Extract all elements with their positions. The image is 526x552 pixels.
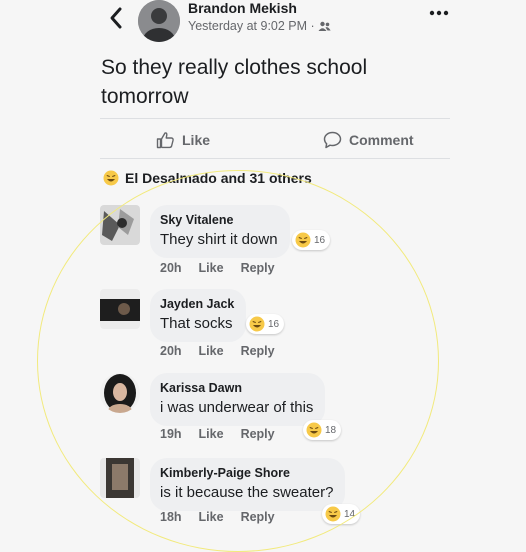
comment-reply-button[interactable]: Reply [241,261,275,275]
commenter-name[interactable]: Kimberly-Paige Shore [160,465,333,481]
haha-reaction-icon [325,506,341,522]
author-name[interactable]: Brandon Mekish [188,0,297,16]
comment-bubble-icon [323,131,342,149]
comment-like-button[interactable]: Like [199,427,224,441]
friends-audience-icon [318,21,331,31]
comment-actions: 19h Like Reply [160,427,275,441]
comment-text: That socks [160,315,233,332]
comment-reply-button[interactable]: Reply [241,427,275,441]
comment-reply-button[interactable]: Reply [241,510,275,524]
commenter-name[interactable]: Karissa Dawn [160,380,313,396]
haha-reaction-icon [249,316,265,332]
comment-actions: 18h Like Reply [160,510,275,524]
reaction-count: 18 [325,424,337,436]
comment-reaction-badge[interactable]: 14 [322,504,361,524]
comment-time: 18h [160,510,182,524]
commenter-name[interactable]: Jayden Jack [160,296,234,312]
comment-label: Comment [349,132,414,148]
commenter-name[interactable]: Sky Vitalene [160,212,278,228]
commenter-avatar[interactable] [100,373,140,413]
haha-reaction-icon [295,232,311,248]
comment-text: i was underwear of this [160,399,314,416]
like-label: Like [182,132,211,148]
divider [100,118,450,119]
comment-bubble: Karissa Dawn i was underwear of this [150,373,326,426]
comment-reply-button[interactable]: Reply [241,344,275,358]
reaction-count: 14 [344,508,356,520]
post-view: Brandon Mekish Yesterday at 9:02 PM · So… [0,0,526,552]
reaction-count: 16 [268,318,280,330]
reactions-summary-text: El Desalmado and 31 others [125,170,312,186]
author-avatar[interactable] [138,0,180,42]
commenter-avatar[interactable] [100,458,140,498]
comment-button[interactable]: Comment [323,131,414,149]
comment-text: is it because the sweater? [160,484,334,501]
comment-reaction-badge[interactable]: 16 [292,230,331,250]
comment-like-button[interactable]: Like [199,344,224,358]
haha-reaction-icon [103,170,119,186]
comment-bubble: Kimberly-Paige Shore is it because the s… [150,458,346,511]
post-meta: Yesterday at 9:02 PM · [188,19,331,33]
comment-bubble: Jayden Jack That socks [150,289,247,342]
comment-time: 20h [160,261,182,275]
divider [100,158,450,159]
thumbs-up-icon [156,132,174,149]
comment-actions: 20h Like Reply [160,261,275,275]
comment-bubble: Sky Vitalene They shirt it down [150,205,290,258]
more-options-icon[interactable] [428,6,450,20]
comment-text: They shirt it down [160,231,278,248]
comment-time: 19h [160,427,182,441]
commenter-avatar[interactable] [100,289,140,329]
back-chevron-icon[interactable] [104,4,128,32]
comment-time: 20h [160,344,182,358]
comment-like-button[interactable]: Like [199,510,224,524]
haha-reaction-icon [306,422,322,438]
comment-like-button[interactable]: Like [199,261,224,275]
reaction-count: 16 [314,234,326,246]
comment-reaction-badge[interactable]: 16 [246,314,285,334]
post-timestamp[interactable]: Yesterday at 9:02 PM · [188,19,315,33]
like-button[interactable]: Like [156,131,210,149]
reactions-summary[interactable]: El Desalmado and 31 others [103,170,312,186]
comment-actions: 20h Like Reply [160,344,275,358]
post-text: So they really clothes school tomorrow [101,56,368,108]
commenter-avatar[interactable] [100,205,140,245]
comment-reaction-badge[interactable]: 18 [303,420,342,440]
